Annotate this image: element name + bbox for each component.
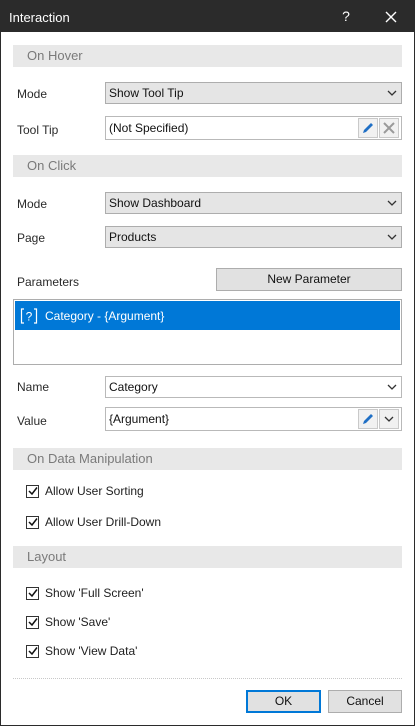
- ok-button[interactable]: OK: [246, 690, 321, 713]
- parameters-label: Parameters: [17, 275, 80, 289]
- click-mode-select[interactable]: Show Dashboard: [105, 192, 402, 214]
- allow-user-sorting-checkbox[interactable]: Allow User Sorting: [26, 484, 144, 498]
- page-label: Page: [17, 231, 46, 245]
- section-on-data-manipulation: On Data Manipulation: [13, 448, 402, 470]
- checkbox-label: Show 'Save': [45, 615, 111, 629]
- new-parameter-button[interactable]: New Parameter: [216, 268, 402, 291]
- hover-mode-label: Mode: [17, 87, 48, 101]
- name-select[interactable]: Category: [105, 376, 402, 398]
- name-value: Category: [109, 380, 158, 394]
- click-mode-value: Show Dashboard: [109, 196, 202, 210]
- section-on-hover: On Hover: [13, 45, 402, 67]
- chevron-down-icon: [387, 83, 397, 103]
- checkbox-box[interactable]: [26, 484, 39, 498]
- close-icon: [385, 11, 397, 22]
- checkbox-label: Show 'View Data': [45, 644, 138, 658]
- checkbox-box[interactable]: [26, 515, 39, 529]
- hover-mode-select[interactable]: Show Tool Tip: [105, 82, 402, 104]
- tooltip-clear-button[interactable]: [379, 118, 399, 138]
- checkbox-box[interactable]: [26, 586, 39, 600]
- section-layout: Layout: [13, 546, 402, 568]
- name-label: Name: [17, 380, 50, 394]
- checkmark-icon: [27, 589, 38, 598]
- value-field[interactable]: {Argument}: [105, 407, 402, 431]
- checkmark-icon: [27, 647, 38, 656]
- close-button[interactable]: [373, 1, 409, 32]
- title-bar: Interaction ?: [1, 1, 414, 32]
- tooltip-field[interactable]: (Not Specified): [105, 116, 402, 140]
- value-dropdown-button[interactable]: [379, 409, 399, 429]
- chevron-down-icon: [387, 377, 397, 397]
- checkbox-label: Allow User Drill-Down: [45, 515, 162, 529]
- hover-mode-value: Show Tool Tip: [109, 86, 184, 100]
- checkmark-icon: [27, 618, 38, 627]
- checkbox-box[interactable]: [26, 644, 39, 658]
- clear-icon: [383, 122, 395, 134]
- page-value: Products: [109, 230, 157, 244]
- allow-user-drill-down-checkbox[interactable]: Allow User Drill-Down: [26, 515, 161, 529]
- chevron-down-icon: [387, 227, 397, 247]
- tooltip-value: (Not Specified): [109, 121, 189, 135]
- interaction-dialog: Interaction ? On Hover Mode Show Tool Ti…: [0, 0, 415, 726]
- help-button[interactable]: ?: [331, 1, 361, 32]
- window-title: Interaction: [9, 10, 70, 25]
- tooltip-edit-button[interactable]: [358, 118, 378, 138]
- show-save-checkbox[interactable]: Show 'Save': [26, 615, 110, 629]
- cancel-button[interactable]: Cancel: [328, 690, 402, 713]
- page-select[interactable]: Products: [105, 226, 402, 248]
- click-mode-label: Mode: [17, 197, 48, 211]
- parameter-item-label: Category - {Argument}: [45, 308, 165, 323]
- chevron-down-icon: [387, 193, 397, 213]
- show-full-screen-checkbox[interactable]: Show 'Full Screen': [26, 586, 144, 600]
- parameters-list[interactable]: ? Category - {Argument}: [13, 299, 402, 365]
- value-edit-button[interactable]: [358, 409, 378, 429]
- checkbox-label: Show 'Full Screen': [45, 586, 144, 600]
- checkbox-box[interactable]: [26, 615, 39, 629]
- show-view-data-checkbox[interactable]: Show 'View Data': [26, 644, 137, 658]
- pencil-icon: [363, 123, 373, 133]
- value-label: Value: [17, 414, 47, 428]
- list-item[interactable]: ? Category - {Argument}: [15, 301, 400, 330]
- footer-divider: [13, 678, 402, 679]
- section-on-click: On Click: [13, 155, 402, 177]
- checkmark-icon: [27, 518, 38, 527]
- parameter-icon: ?: [19, 306, 39, 326]
- checkmark-icon: [27, 487, 38, 496]
- svg-text:?: ?: [26, 309, 33, 323]
- checkbox-label: Allow User Sorting: [45, 484, 144, 498]
- pencil-icon: [363, 414, 373, 424]
- value-value: {Argument}: [109, 412, 170, 426]
- chevron-down-icon: [384, 416, 394, 422]
- tooltip-label: Tool Tip: [17, 123, 59, 137]
